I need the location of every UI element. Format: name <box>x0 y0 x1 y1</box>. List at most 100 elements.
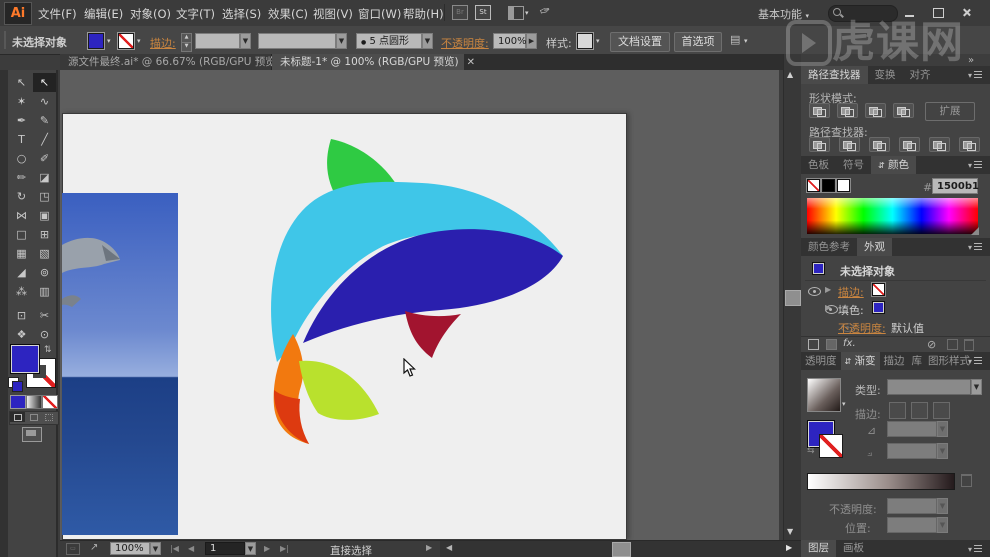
prev-artboard-icon[interactable]: ◀ <box>188 544 194 553</box>
reverse-gradient-icon[interactable]: ⇆ <box>807 446 815 456</box>
control-bar-grip[interactable] <box>4 31 6 49</box>
type-tool[interactable]: T <box>10 130 33 149</box>
shape-mode-unite-button[interactable] <box>809 103 830 118</box>
gradient-stroke-within-button[interactable] <box>889 402 906 419</box>
gradient-angle-arrow-icon[interactable]: ▼ <box>937 421 948 437</box>
arrange-documents-arrow-icon[interactable]: ▾ <box>525 9 529 17</box>
gradient-type-select[interactable] <box>887 379 971 395</box>
next-artboard-icon[interactable]: ▶ <box>264 544 270 553</box>
tab-align[interactable]: 对齐 <box>903 66 938 84</box>
artboard-number-arrow-icon[interactable]: ▼ <box>245 542 256 555</box>
h-scroll-left-icon[interactable]: ◀ <box>446 543 452 552</box>
stop-position-select[interactable] <box>887 517 937 533</box>
panel-menu-icon[interactable]: ▾ <box>968 71 984 80</box>
tab-artboards[interactable]: 画板 <box>836 540 871 557</box>
draw-inside-mode-button[interactable] <box>41 412 56 422</box>
collapse-panels-icon[interactable]: » <box>968 55 974 66</box>
gradient-stroke-across-button[interactable] <box>933 402 950 419</box>
slice-tool[interactable]: ✂ <box>33 306 56 325</box>
shape-mode-intersect-button[interactable] <box>865 103 886 118</box>
rotate-tool[interactable]: ↻ <box>10 187 33 206</box>
tab-libraries[interactable]: 库 <box>909 352 926 370</box>
fill-swatch-arrow-icon[interactable]: ▾ <box>107 37 111 45</box>
panel-menu-icon[interactable]: ▾ <box>968 545 984 554</box>
share-icon[interactable]: ↗ <box>90 542 98 553</box>
pen-tool[interactable]: ✒ <box>10 111 33 130</box>
fish-logo[interactable] <box>260 130 590 460</box>
selection-tool[interactable]: ↖ <box>10 73 33 92</box>
menu-object[interactable]: 对象(O) <box>130 6 171 22</box>
menu-select[interactable]: 选择(S) <box>222 6 261 22</box>
menu-effect[interactable]: 效果(C) <box>268 6 308 22</box>
gradient-stroke-along-button[interactable] <box>911 402 928 419</box>
menu-edit[interactable]: 编辑(E) <box>84 6 123 22</box>
menu-view[interactable]: 视图(V) <box>313 6 353 22</box>
shape-mode-minus-front-button[interactable] <box>837 103 858 118</box>
minimize-button[interactable] <box>905 7 919 18</box>
delete-stop-icon[interactable] <box>961 474 972 487</box>
doc-tab-untitled[interactable]: 未标题-1* @ 100% (RGB/GPU 预览)✕ <box>272 54 464 70</box>
scale-tool[interactable]: ◳ <box>33 187 56 206</box>
expand-button[interactable]: 扩展 <box>925 102 975 121</box>
clear-appearance-icon[interactable]: ⊘ <box>927 338 936 351</box>
tab-close-icon[interactable]: ✕ <box>467 55 475 71</box>
width-profile-value[interactable] <box>258 33 336 49</box>
opacity-value[interactable]: 100% <box>493 33 526 49</box>
bridge-icon[interactable]: Br <box>452 5 468 20</box>
tab-color-guide[interactable]: 颜色参考 <box>801 238 857 256</box>
gradient-angle-select[interactable] <box>887 421 937 437</box>
stop-opacity-select[interactable] <box>887 498 937 514</box>
stop-position-arrow-icon[interactable]: ▼ <box>937 517 948 533</box>
tab-gradient[interactable]: ⇵ 渐变 <box>841 352 880 370</box>
appearance-opacity-link[interactable]: 不透明度: <box>838 320 886 336</box>
status-expand-icon[interactable]: ▶ <box>426 543 432 552</box>
canvas-area[interactable] <box>60 70 779 540</box>
stroke-visibility-eye-icon[interactable] <box>808 287 821 296</box>
pf-merge-button[interactable] <box>869 137 890 152</box>
symbol-sprayer-tool[interactable]: ⁂ <box>10 282 33 301</box>
color-spectrum[interactable] <box>807 198 978 234</box>
zoom-level-arrow-icon[interactable]: ▼ <box>150 542 161 555</box>
swap-fill-stroke-icon[interactable]: ⇅ <box>44 345 52 355</box>
artboard-number-field[interactable]: 1 <box>205 542 245 555</box>
panel-menu-icon[interactable]: ▾ <box>968 243 984 252</box>
doc-tab-source-file[interactable]: 源文件最终.ai* @ 66.67% (RGB/GPU 预览)✕ <box>60 54 272 70</box>
brush-definition[interactable]: ● 5 点圆形 <box>356 33 422 49</box>
dock-scroll-down-icon[interactable]: ▼ <box>787 527 793 536</box>
gradient-mode-button[interactable] <box>26 395 42 409</box>
color-black-swatch[interactable] <box>822 179 835 192</box>
gradient-stroke-proxy[interactable] <box>819 434 843 458</box>
gradient-type-arrow-icon[interactable]: ▼ <box>971 379 982 395</box>
appearance-stroke-swatch[interactable] <box>872 283 885 296</box>
tab-symbols[interactable]: 符号 <box>836 156 871 174</box>
new-fill-icon[interactable] <box>826 339 837 350</box>
lasso-tool[interactable]: ∿ <box>33 92 56 111</box>
none-mode-button[interactable] <box>42 395 58 409</box>
opacity-link[interactable]: 不透明度: <box>441 35 489 51</box>
menu-type[interactable]: 文字(T) <box>176 6 215 22</box>
new-stroke-icon[interactable] <box>808 339 819 350</box>
eyedropper-tool[interactable]: ◢ <box>10 263 33 282</box>
width-profile-arrow-icon[interactable]: ▼ <box>336 33 347 49</box>
style-swatch[interactable] <box>577 33 593 49</box>
pf-outline-button[interactable] <box>929 137 950 152</box>
duplicate-item-icon[interactable] <box>947 339 958 350</box>
appearance-stroke-link[interactable]: 描边: <box>838 284 864 300</box>
stroke-swatch-arrow-icon[interactable]: ▾ <box>137 37 141 45</box>
menu-file[interactable]: 文件(F) <box>38 6 77 22</box>
stop-opacity-arrow-icon[interactable]: ▼ <box>937 498 948 514</box>
line-segment-tool[interactable]: ╱ <box>33 130 56 149</box>
dock-scroll-up-icon[interactable]: ▲ <box>787 70 793 79</box>
gradient-slider[interactable] <box>807 473 955 490</box>
gradient-aspect-arrow-icon[interactable]: ▼ <box>937 443 948 459</box>
tab-transform[interactable]: 变换 <box>868 66 903 84</box>
magic-wand-tool[interactable]: ✶ <box>10 92 33 111</box>
h-scroll-right-icon[interactable]: ▶ <box>786 543 792 552</box>
maximize-button[interactable] <box>933 7 947 18</box>
pf-minus-back-button[interactable] <box>959 137 980 152</box>
fill-proxy-swatch[interactable] <box>10 344 40 374</box>
tab-stroke[interactable]: 描边 <box>880 352 909 370</box>
appearance-fill-swatch[interactable] <box>872 301 885 314</box>
gradient-thumbnail[interactable] <box>807 378 841 412</box>
zoom-tool[interactable]: ⊙ <box>33 325 56 344</box>
